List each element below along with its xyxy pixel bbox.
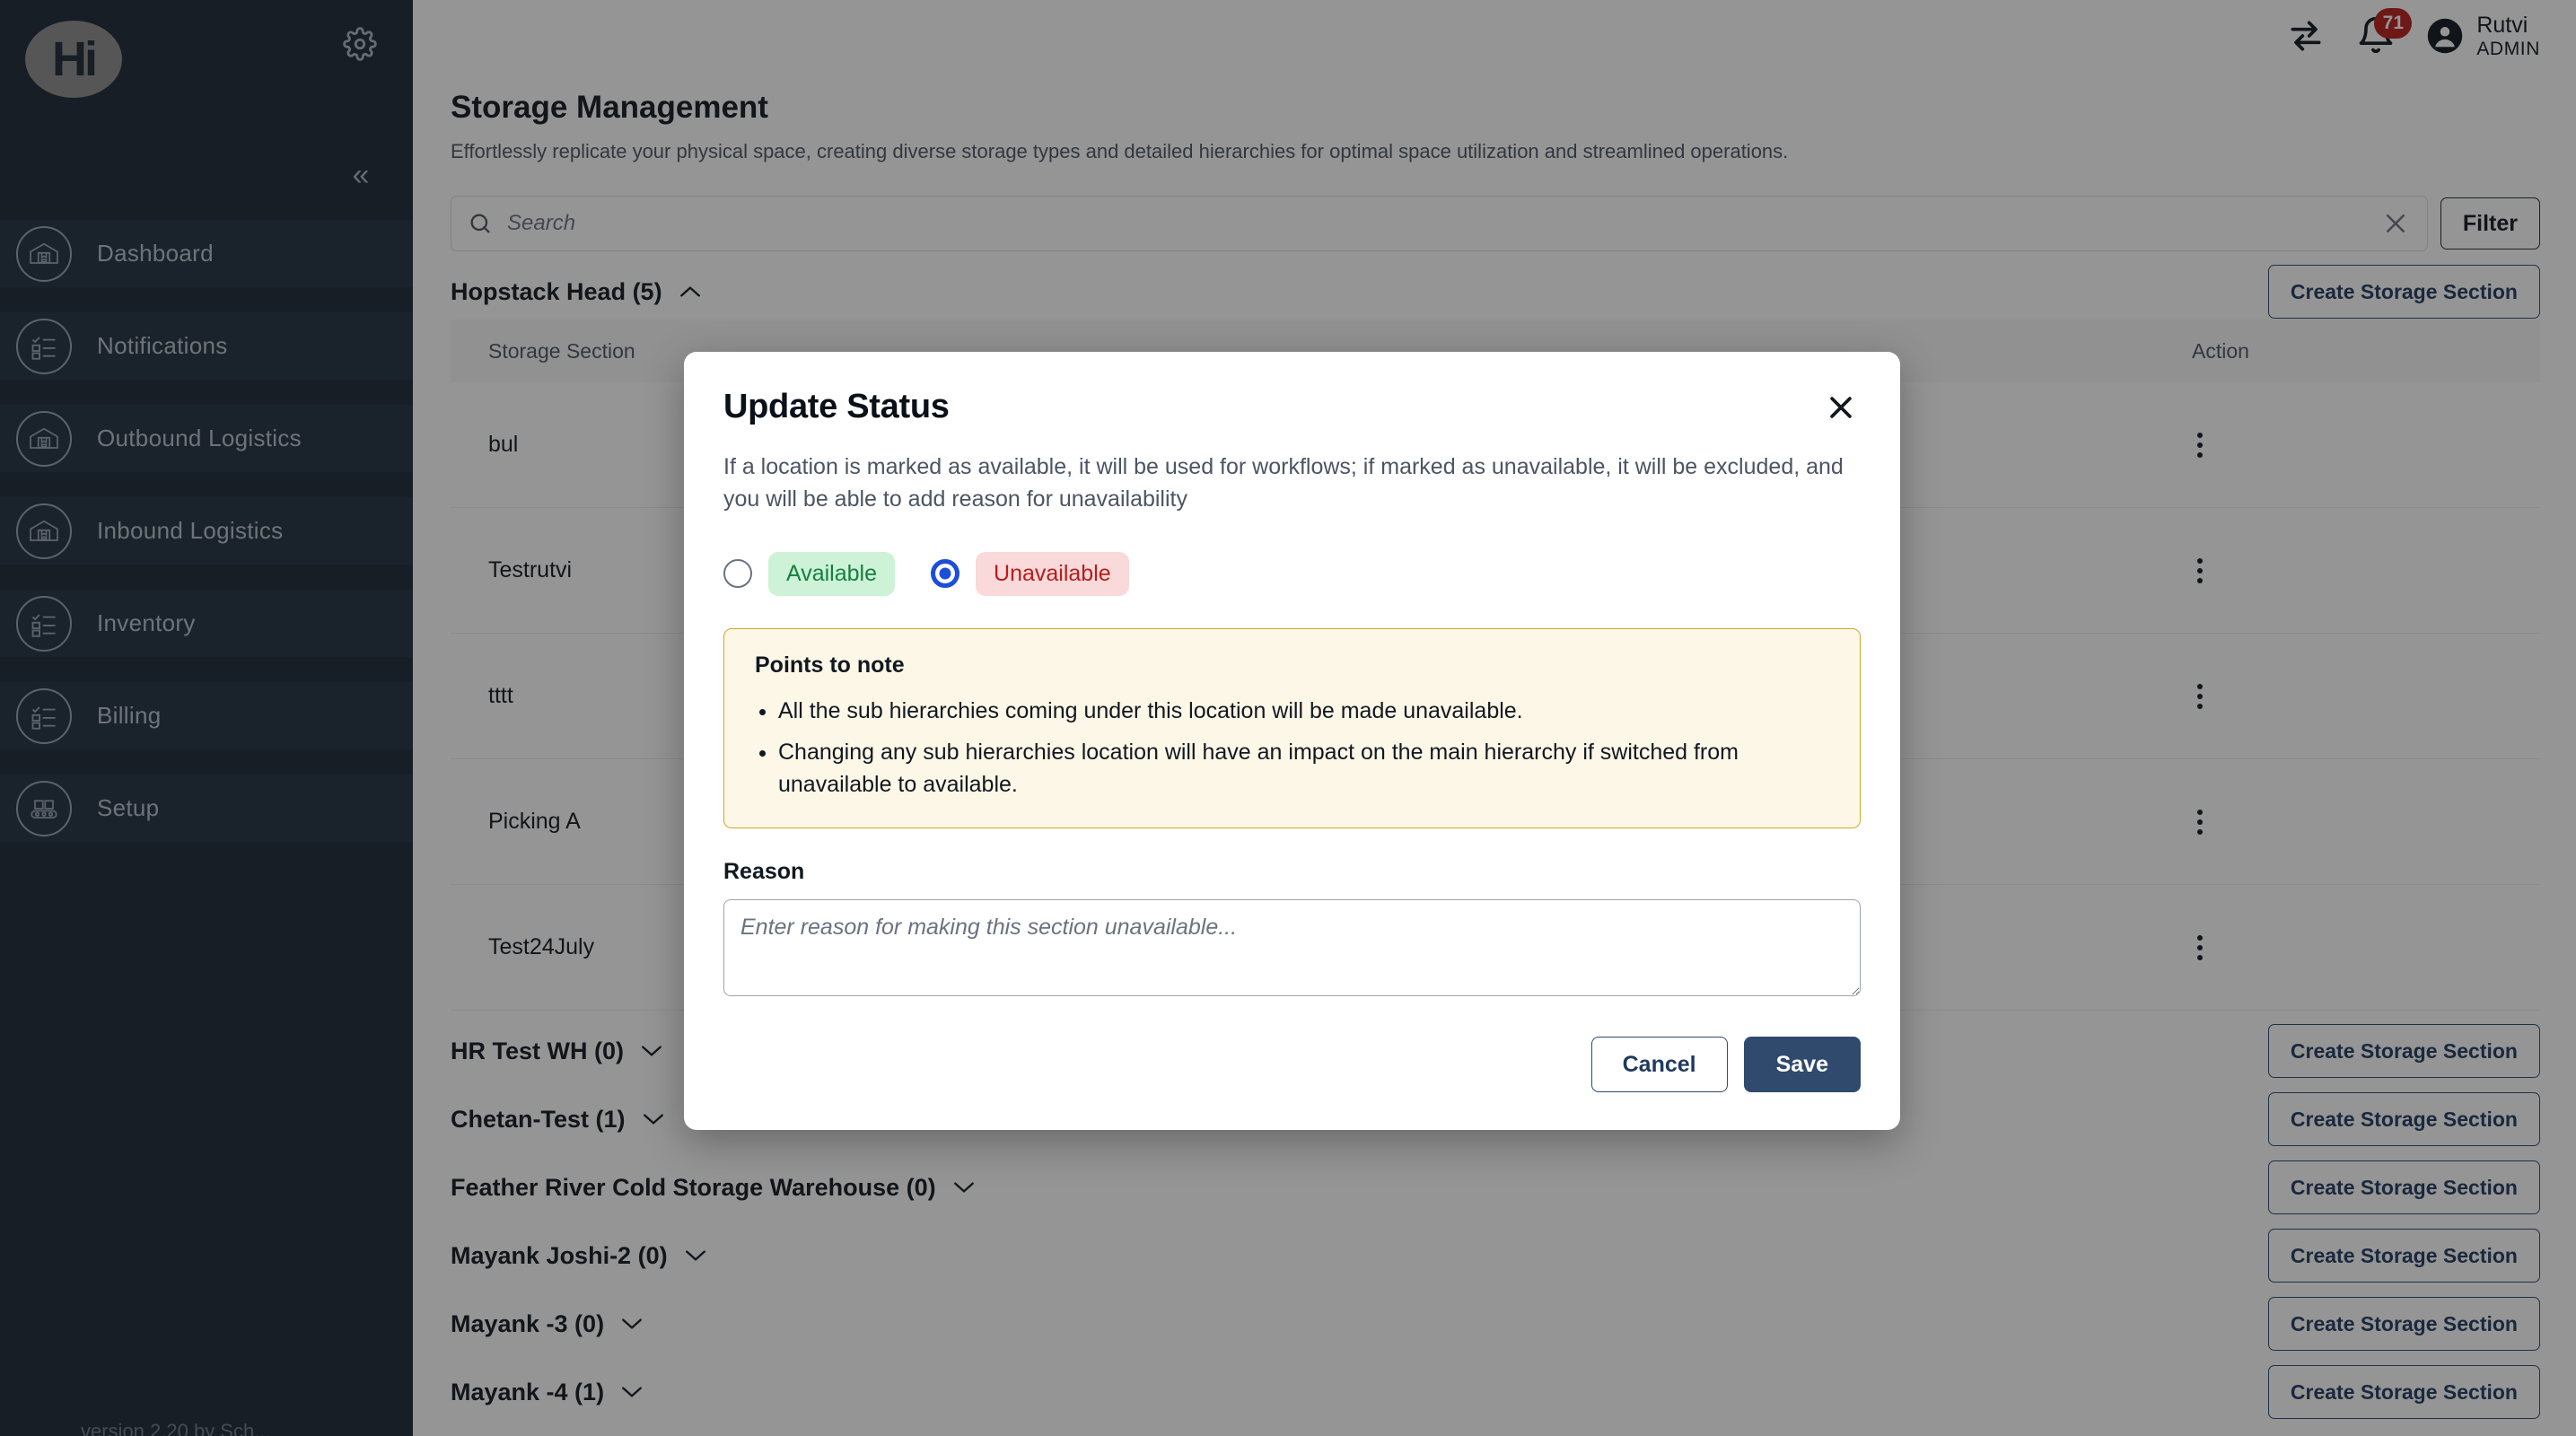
radio-unavailable[interactable] xyxy=(931,559,960,588)
close-icon[interactable] xyxy=(1821,388,1861,427)
save-button[interactable]: Save xyxy=(1743,1037,1861,1093)
update-status-modal: Update Status If a location is marked as… xyxy=(684,352,1900,1131)
app-root: Hi « Dashboard Notifications Outbound Lo… xyxy=(0,0,2576,1436)
modal-header: Update Status xyxy=(723,388,1861,427)
status-pill-unavailable[interactable]: Unavailable xyxy=(976,551,1129,596)
status-radio-group: Available Unavailable xyxy=(723,551,1861,596)
points-to-note-box: Points to note All the sub hierarchies c… xyxy=(723,627,1861,829)
cancel-button[interactable]: Cancel xyxy=(1590,1037,1728,1093)
modal-title: Update Status xyxy=(723,388,950,425)
points-to-note-list: All the sub hierarchies coming under thi… xyxy=(778,695,1829,801)
reason-label: Reason xyxy=(723,859,805,885)
radio-available[interactable] xyxy=(723,559,752,588)
reason-textarea[interactable] xyxy=(723,899,1861,997)
status-pill-available[interactable]: Available xyxy=(768,551,896,596)
list-item: Changing any sub hierarchies location wi… xyxy=(778,736,1829,801)
points-to-note-title: Points to note xyxy=(755,652,905,678)
modal-description: If a location is marked as available, it… xyxy=(723,454,1844,512)
modal-footer: Cancel Save xyxy=(723,1037,1861,1093)
list-item: All the sub hierarchies coming under thi… xyxy=(778,695,1829,727)
